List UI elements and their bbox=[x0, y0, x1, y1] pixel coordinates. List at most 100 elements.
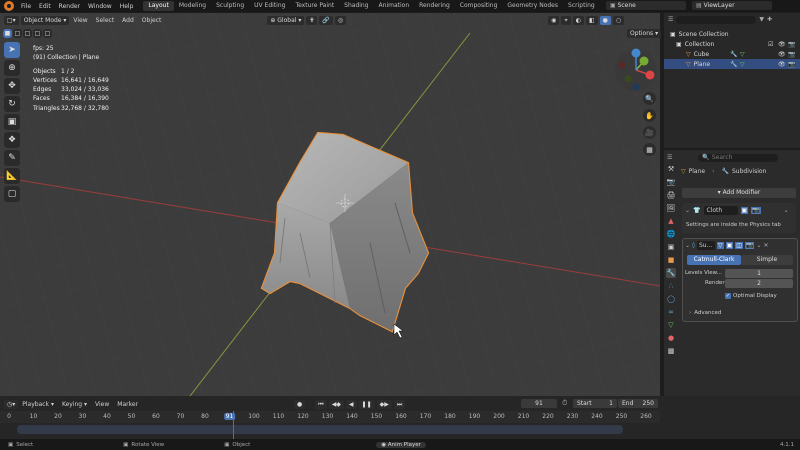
constraints-tab-icon[interactable]: ∞ bbox=[666, 307, 676, 317]
render-tab-icon[interactable]: 📷 bbox=[666, 177, 676, 187]
modifier-tab-icon[interactable]: 🔧 bbox=[666, 268, 676, 278]
object-tab-icon[interactable]: ■ bbox=[666, 255, 676, 265]
tool-tab-icon[interactable]: ⚒ bbox=[666, 164, 676, 174]
outliner-search-input[interactable] bbox=[676, 15, 757, 24]
mode-dropdown[interactable]: Object Mode ▾ bbox=[20, 15, 70, 25]
tab-rendering[interactable]: Rendering bbox=[414, 1, 455, 11]
select-subtract-mode-icon[interactable]: □ bbox=[23, 29, 32, 38]
tab-animation[interactable]: Animation bbox=[374, 1, 415, 11]
eye-icon[interactable]: 👁 bbox=[778, 41, 786, 48]
chevron-down-icon[interactable]: ⌄ bbox=[685, 207, 690, 214]
pause-icon[interactable]: ❚❚ bbox=[358, 399, 375, 409]
menu-object[interactable]: Object bbox=[138, 17, 166, 24]
select-tool-icon[interactable]: ➤ bbox=[4, 42, 20, 58]
select-invert-mode-icon[interactable]: □ bbox=[33, 29, 42, 38]
tab-uv-editing[interactable]: UV Editing bbox=[249, 1, 290, 11]
pivot-icon[interactable]: ✟ bbox=[306, 15, 318, 25]
overlay-toggle-icon[interactable]: ◐ bbox=[572, 15, 584, 25]
view-layer-tab-icon[interactable]: 🖼 bbox=[666, 203, 676, 213]
levels-viewport-field[interactable]: 1 bbox=[725, 269, 793, 278]
menu-render[interactable]: Render bbox=[55, 3, 84, 10]
timeline-ruler[interactable]: 0 10 20 30 40 50 60 70 80 91 100 110 120 130 140 150 160… bbox=[0, 411, 660, 423]
optimal-display-checkbox[interactable]: ✓ bbox=[725, 293, 731, 299]
menu-window[interactable]: Window bbox=[84, 3, 116, 10]
edit-mode-toggle-icon[interactable]: ▣ bbox=[740, 207, 749, 214]
world-tab-icon[interactable]: 🌐 bbox=[666, 229, 676, 239]
next-keyframe-icon[interactable]: ◆▶ bbox=[376, 399, 392, 409]
checkbox-icon[interactable]: ☑ bbox=[768, 41, 773, 48]
tab-geometry-nodes[interactable]: Geometry Nodes bbox=[502, 1, 563, 11]
tab-texture-paint[interactable]: Texture Paint bbox=[290, 1, 339, 11]
stopwatch-icon[interactable]: ⏱ bbox=[562, 399, 567, 408]
chevron-down-icon[interactable]: ⌄ bbox=[685, 242, 690, 249]
shading-solid-icon[interactable]: ● bbox=[599, 15, 611, 25]
render-levels-field[interactable]: 2 bbox=[725, 279, 793, 288]
tab-shading[interactable]: Shading bbox=[339, 1, 373, 11]
outliner-row-plane[interactable]: ▽ Plane 🔧 ▽ 👁 📷 bbox=[664, 59, 800, 69]
collection-tab-icon[interactable]: ▣ bbox=[666, 242, 676, 252]
perspective-grid-icon[interactable]: ▦ bbox=[643, 143, 656, 156]
edit-mode-toggle-icon[interactable]: ▣ bbox=[725, 242, 734, 249]
material-tab-icon[interactable]: ● bbox=[666, 333, 676, 343]
editor-type-button[interactable]: □▾ bbox=[4, 15, 19, 25]
render-toggle-icon[interactable]: 📷 bbox=[751, 207, 761, 214]
xray-icon[interactable]: ◧ bbox=[586, 15, 598, 25]
blender-logo-icon[interactable] bbox=[4, 1, 14, 11]
menu-playback[interactable]: Playback ▾ bbox=[18, 401, 58, 408]
zoom-icon[interactable]: 🔍 bbox=[643, 92, 656, 105]
anim-player-badge[interactable]: ◉ Anim Player bbox=[376, 441, 426, 448]
simple-button[interactable]: Simple bbox=[741, 255, 793, 265]
scene-selector[interactable]: ▣ Scene bbox=[606, 1, 686, 10]
new-collection-icon[interactable]: ✚ bbox=[767, 16, 772, 23]
texture-tab-icon[interactable]: ▩ bbox=[666, 346, 676, 356]
menu-marker[interactable]: Marker bbox=[113, 401, 142, 408]
camera-icon[interactable]: 📷 bbox=[788, 51, 795, 58]
select-box-mode-icon[interactable]: ■ bbox=[3, 29, 12, 38]
on-cage-toggle-icon[interactable]: ▽ bbox=[717, 242, 724, 249]
camera-icon[interactable]: 📷 bbox=[788, 61, 795, 68]
menu-keying[interactable]: Keying ▾ bbox=[58, 401, 91, 408]
menu-add[interactable]: Add bbox=[118, 17, 138, 24]
outliner-row-scene-collection[interactable]: ▣ Scene Collection bbox=[664, 29, 800, 39]
data-tab-icon[interactable]: ▽ bbox=[666, 320, 676, 330]
tab-scripting[interactable]: Scripting bbox=[563, 1, 600, 11]
tab-modeling[interactable]: Modeling bbox=[174, 1, 211, 11]
particles-tab-icon[interactable]: ∴ bbox=[666, 281, 676, 291]
measure-tool-icon[interactable]: 📐 bbox=[4, 168, 20, 184]
properties-search-input[interactable]: 🔍 Search bbox=[698, 153, 779, 162]
select-extend-mode-icon[interactable]: □ bbox=[13, 29, 22, 38]
properties-editor-icon[interactable]: ☰ bbox=[667, 154, 672, 161]
start-frame-field[interactable]: Start 1 bbox=[573, 399, 617, 408]
menu-select[interactable]: Select bbox=[92, 17, 119, 24]
scene-tab-icon[interactable]: ▲ bbox=[666, 216, 676, 226]
prev-keyframe-icon[interactable]: ◀◆ bbox=[328, 399, 344, 409]
current-frame-field[interactable]: 91 bbox=[521, 399, 557, 408]
end-frame-field[interactable]: End 250 bbox=[618, 399, 658, 408]
add-modifier-button[interactable]: ▾ Add Modifier bbox=[682, 188, 796, 198]
menu-help[interactable]: Help bbox=[116, 3, 138, 10]
add-cube-tool-icon[interactable]: ▢ bbox=[4, 186, 20, 202]
subsurf-dropdown-icon[interactable]: ⌄ bbox=[756, 242, 761, 249]
annotate-tool-icon[interactable]: ✎ bbox=[4, 150, 20, 166]
outliner-editor-icon[interactable]: ☰ bbox=[668, 16, 673, 23]
subsurf-name-field[interactable]: Su... bbox=[697, 241, 715, 250]
eye-icon[interactable]: 👁 bbox=[778, 51, 786, 58]
record-icon[interactable]: ● bbox=[294, 399, 306, 409]
output-tab-icon[interactable]: 🖨 bbox=[666, 190, 676, 200]
orientation-dropdown[interactable]: ⊕ Global ▾ bbox=[267, 15, 305, 25]
tab-layout[interactable]: Layout bbox=[143, 1, 174, 11]
physics-tab-icon[interactable]: ◯ bbox=[666, 294, 676, 304]
cloth-dropdown-icon[interactable]: ⌄ bbox=[784, 207, 789, 214]
options-dropdown[interactable]: Options ▾ bbox=[627, 29, 662, 38]
tab-sculpting[interactable]: Sculpting bbox=[211, 1, 249, 11]
play-reverse-icon[interactable]: ◀ bbox=[345, 399, 357, 409]
rotate-tool-icon[interactable]: ↻ bbox=[4, 96, 20, 112]
filter-icon[interactable]: ▼ bbox=[759, 16, 764, 23]
menu-edit[interactable]: Edit bbox=[35, 3, 55, 10]
timeline-editor-icon[interactable]: ◷▾ bbox=[4, 399, 19, 409]
visibility-icon[interactable]: ◉ bbox=[548, 15, 560, 25]
transform-tool-icon[interactable]: ❖ bbox=[4, 132, 20, 148]
camera-icon[interactable]: 📷 bbox=[788, 41, 795, 48]
render-toggle-icon[interactable]: 📷 bbox=[744, 242, 755, 249]
cursor-tool-icon[interactable]: ⊕ bbox=[4, 60, 20, 76]
